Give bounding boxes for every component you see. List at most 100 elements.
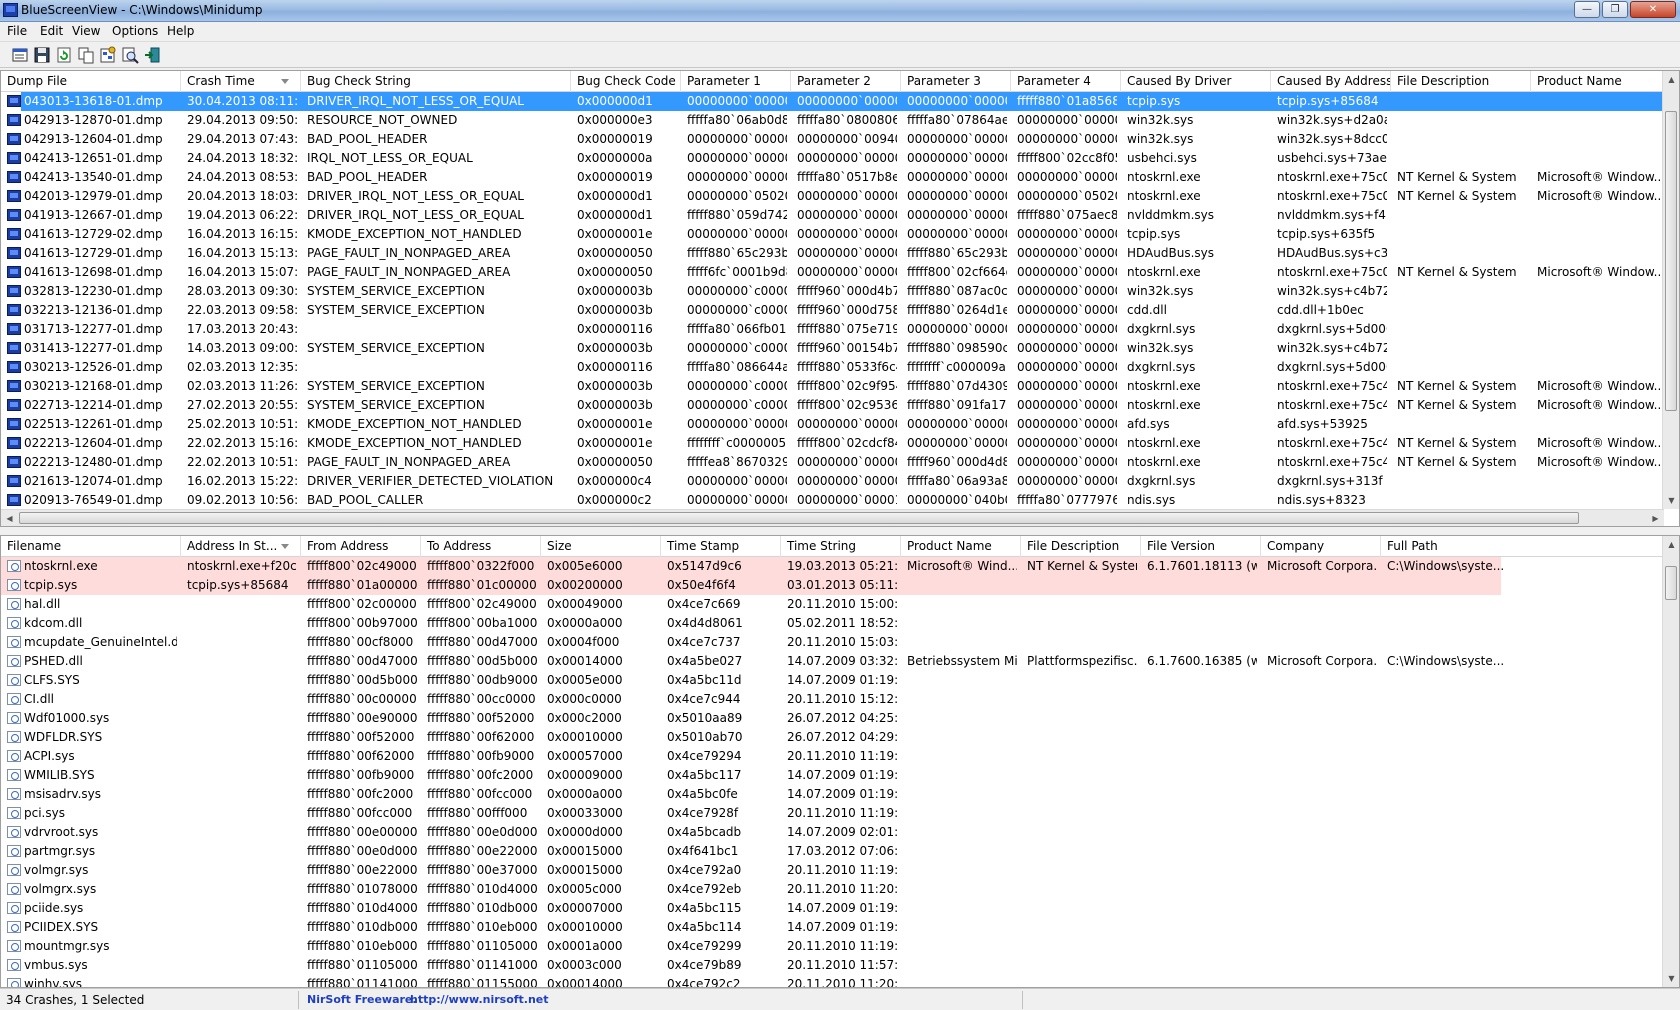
column-header-from-address[interactable]: From Address — [301, 536, 421, 557]
crash-row[interactable]: 030213-12526-01.dmp 02.03.2013 12:35:56 0x… — [1, 358, 1664, 377]
crash-row[interactable]: 042913-12870-01.dmp 29.04.2013 09:50:55 RE… — [1, 111, 1664, 130]
column-header-to-address[interactable]: To Address — [421, 536, 541, 557]
crash-row[interactable]: 041613-12698-01.dmp 16.04.2013 15:07:04 PA… — [1, 263, 1664, 282]
exit-icon[interactable] — [143, 46, 161, 64]
driver-row[interactable]: hal.dll fffff800`02c00000 fffff800`02c4900… — [1, 595, 1664, 614]
column-header-parameter-3[interactable]: Parameter 3 — [901, 71, 1011, 92]
column-header-file-description[interactable]: File Description — [1391, 71, 1531, 92]
crash-row[interactable]: 041613-12729-01.dmp 16.04.2013 15:13:52 PA… — [1, 244, 1664, 263]
crash-row[interactable]: 041613-12729-02.dmp 16.04.2013 16:15:35 KM… — [1, 225, 1664, 244]
driver-list-vertical-thumb[interactable] — [1665, 566, 1677, 600]
save-icon[interactable] — [33, 46, 51, 64]
scroll-up-arrow-icon[interactable]: ▲ — [1663, 71, 1679, 88]
driver-row[interactable]: volmgrx.sys fffff880`01078000 fffff880`010… — [1, 880, 1664, 899]
column-header-parameter-2[interactable]: Parameter 2 — [791, 71, 901, 92]
driver-row[interactable]: vmbus.sys fffff880`01105000 fffff880`01141… — [1, 956, 1664, 975]
crash-row[interactable]: 043013-13618-01.dmp 30.04.2013 08:11:46 DR… — [1, 92, 1664, 111]
crash-row[interactable]: 042413-13540-01.dmp 24.04.2013 08:53:55 BA… — [1, 168, 1664, 187]
driver-row[interactable]: partmgr.sys fffff880`00e0d000 fffff880`00e… — [1, 842, 1664, 861]
column-header-product-name[interactable]: Product Name — [1531, 71, 1664, 92]
crash-list[interactable]: Dump File Crash Time Bug Check String Bug C… — [0, 70, 1680, 527]
nirsoft-link[interactable]: http://www.nirsoft.net — [410, 992, 549, 1008]
column-header-size[interactable]: Size — [541, 536, 661, 557]
scroll-down-arrow-icon[interactable]: ▼ — [1663, 492, 1679, 509]
crash-row[interactable]: 022713-12214-01.dmp 27.02.2013 20:55:55 SY… — [1, 396, 1664, 415]
driver-row[interactable]: tcpip.sys tcpip.sys+85684 fffff880`01a0000… — [1, 576, 1664, 595]
maximize-button[interactable]: ❐ — [1602, 1, 1628, 18]
column-header-file-version[interactable]: File Version — [1141, 536, 1261, 557]
menu-options[interactable]: Options — [112, 24, 158, 38]
crash-row[interactable]: 032213-12136-01.dmp 22.03.2013 09:58:13 SY… — [1, 301, 1664, 320]
menu-file[interactable]: File — [7, 24, 27, 38]
driver-row[interactable]: Wdf01000.sys fffff880`00e90000 fffff880`00… — [1, 709, 1664, 728]
crash-row[interactable]: 031713-12277-01.dmp 17.03.2013 20:43:21 0x… — [1, 320, 1664, 339]
properties-icon[interactable] — [11, 46, 29, 64]
driver-row[interactable]: PCIIDEX.SYS fffff880`010db000 fffff880`010… — [1, 918, 1664, 937]
crash-list-horizontal-scrollbar[interactable]: ◀ ▶ — [1, 509, 1664, 526]
driver-row[interactable]: kdcom.dll fffff800`00b97000 fffff800`00ba1… — [1, 614, 1664, 633]
driver-row[interactable]: PSHED.dll fffff880`00d47000 fffff880`00d5b… — [1, 652, 1664, 671]
driver-row[interactable]: winhv.sys fffff880`01141000 fffff880`01155… — [1, 975, 1664, 987]
crash-list-horizontal-thumb[interactable] — [19, 512, 1579, 524]
column-header-dump-file[interactable]: Dump File — [1, 71, 181, 92]
copy-icon[interactable] — [77, 46, 95, 64]
crash-row[interactable]: 042913-12604-01.dmp 29.04.2013 07:43:23 BA… — [1, 130, 1664, 149]
menu-view[interactable]: View — [72, 24, 100, 38]
driver-row[interactable]: mcupdate_GenuineIntel.dll fffff880`00cf80… — [1, 633, 1664, 652]
refresh-icon[interactable] — [55, 46, 73, 64]
column-header-bug-check-code[interactable]: Bug Check Code — [571, 71, 681, 92]
driver-row[interactable]: vdrvroot.sys fffff880`00e00000 fffff880`00… — [1, 823, 1664, 842]
column-header-company[interactable]: Company — [1261, 536, 1381, 557]
scroll-down-arrow-icon[interactable]: ▼ — [1663, 970, 1679, 987]
column-header-bug-check-string[interactable]: Bug Check String — [301, 71, 571, 92]
crash-row[interactable]: 020913-76549-01.dmp 09.02.2013 10:56:31 BA… — [1, 491, 1664, 510]
driver-row[interactable]: mountmgr.sys fffff880`010eb000 fffff880`01… — [1, 937, 1664, 956]
crash-row[interactable]: 021613-12074-01.dmp 16.02.2013 15:22:28 DR… — [1, 472, 1664, 491]
driver-row[interactable]: WMILIB.SYS fffff880`00fb9000 fffff880`00fc… — [1, 766, 1664, 785]
minimize-button[interactable]: — — [1574, 1, 1600, 18]
crash-row[interactable]: 031413-12277-01.dmp 14.03.2013 09:00:03 SY… — [1, 339, 1664, 358]
column-header-parameter-4[interactable]: Parameter 4 — [1011, 71, 1121, 92]
crash-row[interactable]: 022513-12261-01.dmp 25.02.2013 10:51:11 KM… — [1, 415, 1664, 434]
driver-list-vertical-scrollbar[interactable]: ▲ ▼ — [1662, 536, 1679, 987]
crash-row[interactable]: 032813-12230-01.dmp 28.03.2013 09:30:04 SY… — [1, 282, 1664, 301]
column-header-time-string[interactable]: Time String — [781, 536, 901, 557]
driver-row[interactable]: CI.dll fffff880`00c00000 fffff880`00cc0000… — [1, 690, 1664, 709]
column-header-full-path[interactable]: Full Path — [1381, 536, 1664, 557]
column-header-product-name[interactable]: Product Name — [901, 536, 1021, 557]
crash-list-vertical-thumb[interactable] — [1665, 111, 1677, 411]
column-header-parameter-1[interactable]: Parameter 1 — [681, 71, 791, 92]
driver-row[interactable]: CLFS.SYS fffff880`00d5b000 fffff880`00db90… — [1, 671, 1664, 690]
driver-row[interactable]: ntoskrnl.exe ntoskrnl.exe+f20c4 fffff800`0… — [1, 557, 1664, 576]
driver-row[interactable]: WDFLDR.SYS fffff880`00f52000 fffff880`00f6… — [1, 728, 1664, 747]
crash-row[interactable]: 022213-12480-01.dmp 22.02.2013 10:51:18 PA… — [1, 453, 1664, 472]
column-header-address-in-st[interactable]: Address In St... — [181, 536, 301, 557]
menu-edit[interactable]: Edit — [40, 24, 63, 38]
scroll-right-arrow-icon[interactable]: ▶ — [1647, 510, 1664, 526]
crash-row[interactable]: 041913-12667-01.dmp 19.04.2013 06:22:14 DR… — [1, 206, 1664, 225]
close-button[interactable]: ✕ — [1630, 1, 1676, 18]
crash-row[interactable]: 042013-12979-01.dmp 20.04.2013 18:03:32 DR… — [1, 187, 1664, 206]
driver-row[interactable]: pci.sys fffff880`00fcc000 fffff880`00fff00… — [1, 804, 1664, 823]
column-header-filename[interactable]: Filename — [1, 536, 181, 557]
driver-list[interactable]: Filename Address In St... From Address To A… — [0, 535, 1680, 988]
menu-help[interactable]: Help — [167, 24, 194, 38]
column-header-caused-by-address[interactable]: Caused By Address — [1271, 71, 1391, 92]
column-header-file-description[interactable]: File Description — [1021, 536, 1141, 557]
scroll-up-arrow-icon[interactable]: ▲ — [1663, 536, 1679, 553]
pane-splitter[interactable] — [0, 527, 1680, 535]
driver-row[interactable]: pciide.sys fffff880`010d4000 fffff880`010d… — [1, 899, 1664, 918]
crash-row[interactable]: 042413-12651-01.dmp 24.04.2013 18:32:16 IR… — [1, 149, 1664, 168]
column-header-caused-by-driver[interactable]: Caused By Driver — [1121, 71, 1271, 92]
driver-row[interactable]: msisadrv.sys fffff880`00fc2000 fffff880`00… — [1, 785, 1664, 804]
column-header-crash-time[interactable]: Crash Time — [181, 71, 301, 92]
find-icon[interactable] — [121, 46, 139, 64]
scroll-left-arrow-icon[interactable]: ◀ — [1, 510, 18, 526]
driver-row[interactable]: volmgr.sys fffff880`00e22000 fffff880`00e3… — [1, 861, 1664, 880]
crash-row[interactable]: 030213-12168-01.dmp 02.03.2013 11:26:56 SY… — [1, 377, 1664, 396]
crash-list-vertical-scrollbar[interactable]: ▲ ▼ — [1662, 71, 1679, 509]
column-header-time-stamp[interactable]: Time Stamp — [661, 536, 781, 557]
advanced-options-icon[interactable] — [99, 46, 117, 64]
crash-row[interactable]: 022213-12604-01.dmp 22.02.2013 15:16:57 KM… — [1, 434, 1664, 453]
driver-row[interactable]: ACPI.sys fffff880`00f62000 fffff880`00fb90… — [1, 747, 1664, 766]
